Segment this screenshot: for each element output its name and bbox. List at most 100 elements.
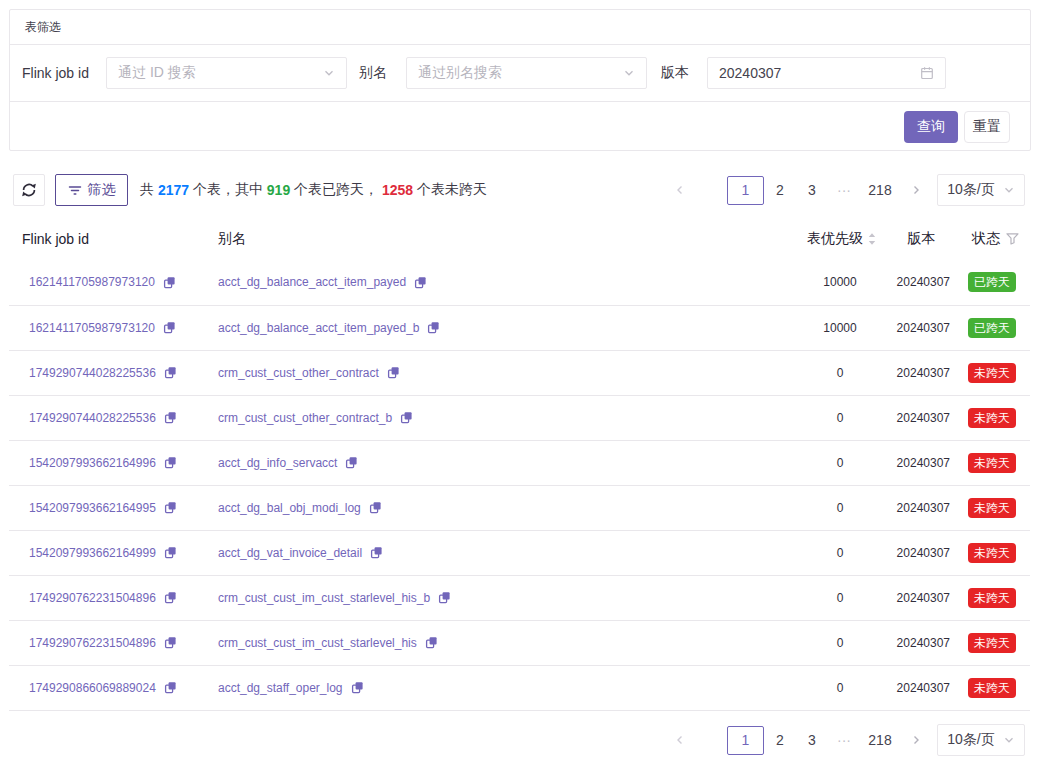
page-218[interactable]: 218	[860, 726, 900, 755]
status-badge: 未跨天	[968, 678, 1016, 698]
status-badge: 未跨天	[968, 498, 1016, 518]
status-badge: 未跨天	[968, 363, 1016, 383]
job-id-link[interactable]: 1542097993662164995	[29, 501, 156, 515]
reset-button[interactable]: 重置	[964, 111, 1010, 143]
table-row: 1542097993662164995 acct_dg_bal_obj_modi…	[9, 485, 1030, 530]
copy-icon[interactable]	[163, 276, 176, 289]
copy-icon[interactable]	[351, 681, 364, 694]
alias-label: 别名	[359, 45, 387, 101]
filter-button[interactable]: 筛选	[55, 174, 128, 206]
filter-card: 表筛选 Flink job id 通过 ID 搜索 别名 通过别名搜索 版本 2…	[9, 9, 1031, 151]
next-page-button[interactable]	[900, 726, 932, 755]
version-cell: 20240307	[885, 395, 958, 440]
version-cell: 20240307	[885, 260, 958, 305]
summary-stats: 共 2177 个表，其中 919 个表已跨天， 1258 个表未跨天	[140, 174, 487, 206]
job-id-select[interactable]: 通过 ID 搜索	[106, 57, 347, 89]
priority-cell: 0	[790, 575, 885, 620]
job-id-link[interactable]: 1749290744028225536	[29, 366, 156, 380]
job-id-link[interactable]: 1749290866069889024	[29, 681, 156, 695]
job-id-link[interactable]: 1621411705987973120	[29, 321, 155, 335]
status-badge: 未跨天	[968, 588, 1016, 608]
copy-icon[interactable]	[164, 411, 177, 424]
copy-icon[interactable]	[425, 636, 438, 649]
copy-icon[interactable]	[164, 456, 177, 469]
chevron-down-icon	[623, 67, 635, 79]
prev-page-button[interactable]	[664, 176, 696, 205]
calendar-icon	[920, 66, 934, 80]
alias-link[interactable]: acct_dg_balance_acct_item_payed_b	[218, 321, 419, 335]
priority-cell: 0	[790, 440, 885, 485]
chevron-right-icon	[911, 735, 921, 745]
copy-icon[interactable]	[164, 636, 177, 649]
alias-link[interactable]: crm_cust_cust_im_cust_starlevel_his_b	[218, 591, 430, 605]
page-size-select[interactable]: 10条/页	[937, 724, 1025, 756]
copy-icon[interactable]	[387, 366, 400, 379]
filter-lines-icon	[68, 183, 82, 197]
page-ellipsis[interactable]: ···	[828, 176, 860, 205]
query-button[interactable]: 查询	[904, 111, 958, 143]
filter-funnel-icon[interactable]	[1006, 233, 1019, 245]
table-row: 1542097993662164996 acct_dg_info_servacc…	[9, 440, 1030, 485]
alias-link[interactable]: acct_dg_info_servacct	[218, 456, 337, 470]
page-size-select[interactable]: 10条/页	[937, 174, 1025, 206]
alias-select[interactable]: 通过别名搜索	[406, 57, 647, 89]
copy-icon[interactable]	[369, 501, 382, 514]
priority-cell: 0	[790, 485, 885, 530]
alias-link[interactable]: crm_cust_cust_other_contract	[218, 366, 379, 380]
copy-icon[interactable]	[164, 366, 177, 379]
filter-actions: 查询 重置	[10, 102, 1030, 149]
alias-link[interactable]: acct_dg_staff_oper_log	[218, 681, 343, 695]
job-id-placeholder: 通过 ID 搜索	[118, 64, 196, 82]
page-2[interactable]: 2	[764, 726, 796, 755]
alias-link[interactable]: acct_dg_balance_acct_item_payed	[218, 275, 406, 289]
version-cell: 20240307	[885, 485, 958, 530]
priority-cell: 0	[790, 530, 885, 575]
job-id-link[interactable]: 1542097993662164996	[29, 456, 156, 470]
page-3[interactable]: 3	[796, 726, 828, 755]
version-cell: 20240307	[885, 620, 958, 665]
copy-icon[interactable]	[400, 411, 413, 424]
next-page-button[interactable]	[900, 176, 932, 205]
priority-cell: 10000	[790, 305, 885, 350]
copy-icon[interactable]	[438, 591, 451, 604]
job-id-link[interactable]: 1749290762231504896	[29, 591, 156, 605]
page-1[interactable]: 1	[727, 176, 764, 205]
alias-link[interactable]: crm_cust_cust_other_contract_b	[218, 411, 392, 425]
page-ellipsis[interactable]: ···	[828, 726, 860, 755]
refresh-button[interactable]	[13, 174, 45, 206]
col-priority[interactable]: 表优先级	[790, 230, 885, 248]
copy-icon[interactable]	[164, 501, 177, 514]
refresh-icon	[22, 183, 36, 197]
sorter-icon[interactable]	[867, 232, 877, 246]
page: 表筛选 Flink job id 通过 ID 搜索 别名 通过别名搜索 版本 2…	[0, 0, 1037, 767]
copy-icon[interactable]	[414, 276, 427, 289]
table-row: 1749290866069889024 acct_dg_staff_oper_l…	[9, 665, 1030, 710]
chevron-down-icon	[323, 67, 335, 79]
chevron-left-icon	[675, 735, 685, 745]
col-version: 版本	[908, 230, 936, 246]
results-table: Flink job id 别名 表优先级 版本 状态 1621411705987…	[9, 218, 1030, 711]
copy-icon[interactable]	[370, 546, 383, 559]
job-id-link[interactable]: 1621411705987973120	[29, 275, 155, 289]
page-218[interactable]: 218	[860, 176, 900, 205]
job-id-link[interactable]: 1749290762231504896	[29, 636, 156, 650]
alias-link[interactable]: crm_cust_cust_im_cust_starlevel_his	[218, 636, 417, 650]
copy-icon[interactable]	[163, 321, 176, 334]
page-2[interactable]: 2	[764, 176, 796, 205]
alias-link[interactable]: acct_dg_vat_invoice_detail	[218, 546, 362, 560]
page-3[interactable]: 3	[796, 176, 828, 205]
prev-page-button[interactable]	[664, 726, 696, 755]
copy-icon[interactable]	[164, 591, 177, 604]
page-1[interactable]: 1	[727, 726, 764, 755]
job-id-link[interactable]: 1749290744028225536	[29, 411, 156, 425]
copy-icon[interactable]	[427, 321, 440, 334]
pagination-top: 1 2 3 ··· 218 10条/页	[664, 174, 1025, 206]
copy-icon[interactable]	[164, 546, 177, 559]
job-id-link[interactable]: 1542097993662164999	[29, 546, 156, 560]
alias-link[interactable]: acct_dg_bal_obj_modi_log	[218, 501, 361, 515]
copy-icon[interactable]	[164, 681, 177, 694]
version-cell: 20240307	[885, 530, 958, 575]
version-date-input[interactable]: 20240307	[707, 57, 946, 89]
copy-icon[interactable]	[345, 456, 358, 469]
status-badge: 未跨天	[968, 633, 1016, 653]
